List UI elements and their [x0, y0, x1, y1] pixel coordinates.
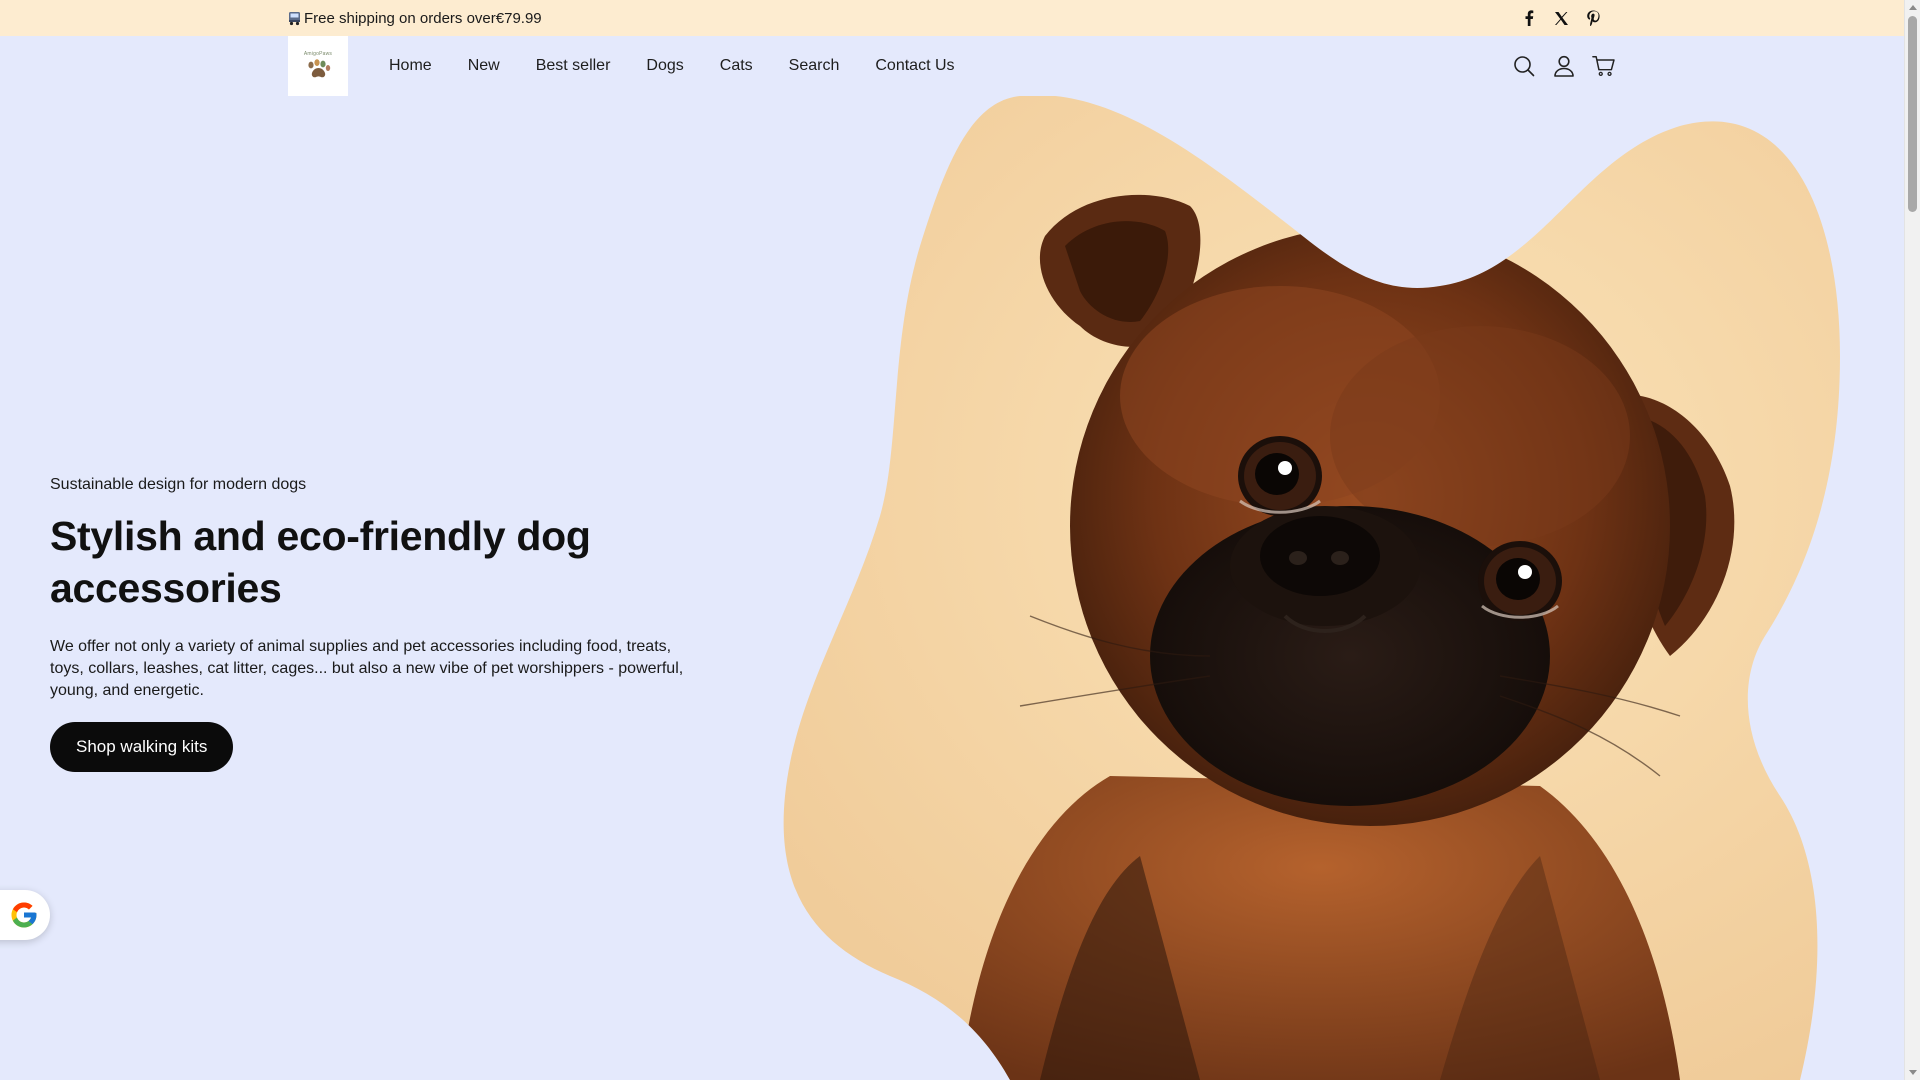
social-links [1520, 0, 1602, 36]
dog-illustration [783, 96, 1841, 1080]
cart-icon[interactable] [1592, 54, 1616, 78]
announcement-text: Free shipping on orders over€79.99 [304, 9, 542, 27]
page: Free shipping on orders over€79.99 Amigo… [0, 0, 1920, 1080]
main-nav: Home New Best seller Dogs Cats Search Co… [389, 36, 991, 96]
announcement: Free shipping on orders over€79.99 [288, 0, 542, 36]
truck-icon [288, 11, 301, 26]
site-logo[interactable]: AmigoPaws [288, 36, 348, 96]
logo-text: AmigoPaws [303, 51, 333, 57]
hero-content: Sustainable design for modern dogs Styli… [50, 476, 710, 772]
hero-eyebrow: Sustainable design for modern dogs [50, 476, 307, 493]
hero-image [780, 96, 1904, 1080]
hero-title: Stylish and eco-friendly dog accessories [50, 513, 591, 611]
scroll-thumb[interactable] [1908, 16, 1917, 212]
nav-best-seller[interactable]: Best seller [536, 57, 611, 75]
page-scrollbar[interactable] [1904, 0, 1920, 1080]
nav-cats[interactable]: Cats [720, 57, 753, 75]
google-reviews-badge[interactable] [0, 890, 50, 940]
shop-walking-kits-button[interactable]: Shop walking kits [50, 722, 234, 772]
pinterest-icon[interactable] [1584, 9, 1602, 27]
nav-search[interactable]: Search [789, 57, 840, 75]
scroll-down-icon[interactable] [1909, 1070, 1917, 1075]
header-actions [1512, 36, 1616, 96]
search-icon[interactable] [1512, 54, 1536, 78]
nav-dogs[interactable]: Dogs [646, 57, 683, 75]
site-header: AmigoPaws Home New Best seller Dogs Cats… [0, 36, 1904, 96]
account-icon[interactable] [1552, 54, 1576, 78]
google-icon [11, 902, 37, 928]
nav-new[interactable]: New [468, 57, 500, 75]
scroll-up-icon[interactable] [1909, 5, 1917, 10]
x-icon[interactable] [1552, 9, 1570, 27]
nav-contact-us[interactable]: Contact Us [875, 57, 954, 75]
hero-description: We offer not only a variety of animal su… [50, 638, 684, 699]
announcement-bar: Free shipping on orders over€79.99 [0, 0, 1904, 36]
nav-home[interactable]: Home [389, 57, 432, 75]
facebook-icon[interactable] [1520, 9, 1538, 27]
paw-logo [308, 59, 331, 78]
